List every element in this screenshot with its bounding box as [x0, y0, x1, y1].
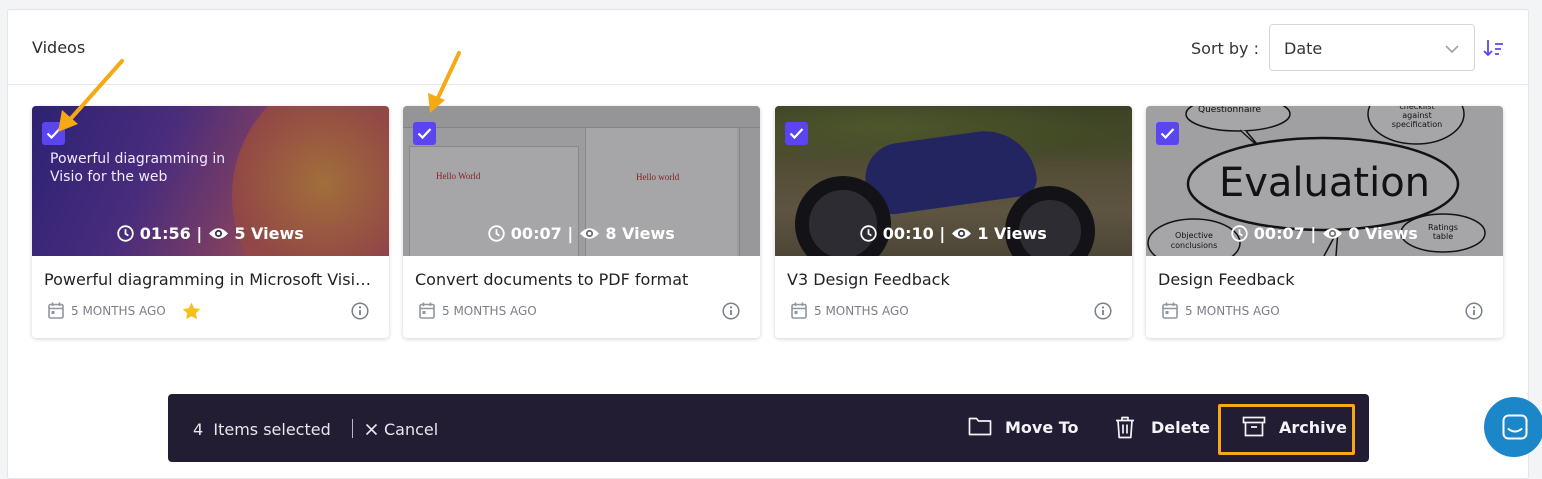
- video-title[interactable]: Design Feedback: [1158, 270, 1494, 289]
- video-card[interactable]: 00:10 | 1 Views V3 Design Feedback 5 MON…: [775, 106, 1132, 338]
- chevron-down-icon: [1445, 45, 1459, 54]
- folder-icon: [968, 417, 992, 436]
- sort-select-value: Date: [1284, 39, 1323, 58]
- video-card[interactable]: Hello World Hello world 00:07 | 8 Views …: [403, 106, 760, 338]
- video-card[interactable]: Questionnaire checklist against specific…: [1146, 106, 1503, 338]
- video-age: 5 MONTHS AGO: [1185, 304, 1280, 318]
- info-icon[interactable]: [1094, 302, 1112, 320]
- annotation-arrow: [58, 59, 124, 132]
- video-age: 5 MONTHS AGO: [814, 304, 909, 318]
- sort-select[interactable]: Date: [1269, 24, 1475, 71]
- video-stats: 00:07 | 0 Views: [1146, 223, 1503, 243]
- video-age: 5 MONTHS AGO: [442, 304, 537, 318]
- eye-icon: [951, 228, 971, 239]
- selected-count-text: 4 Items selected: [193, 420, 331, 439]
- video-stats: 01:56 | 5 Views: [32, 223, 389, 243]
- close-icon: [365, 423, 378, 436]
- video-views: 5 Views: [234, 224, 304, 243]
- chat-launcher-button[interactable]: [1484, 397, 1542, 457]
- video-views: 8 Views: [605, 224, 675, 243]
- info-icon[interactable]: [351, 302, 369, 320]
- eye-icon: [208, 228, 228, 239]
- star-icon[interactable]: [182, 302, 201, 320]
- archive-label: Archive: [1279, 418, 1347, 437]
- selection-action-bar: 4 Items selected Cancel Move To Delete A…: [168, 394, 1369, 462]
- video-views: 1 Views: [977, 224, 1047, 243]
- video-title[interactable]: V3 Design Feedback: [787, 270, 1123, 289]
- video-duration: 00:07: [510, 224, 562, 243]
- video-stats: 00:10 | 1 Views: [775, 223, 1132, 243]
- check-icon: [417, 128, 432, 140]
- selected-count: 4: [193, 420, 204, 439]
- clock-icon: [1231, 225, 1248, 242]
- calendar-icon: [1162, 302, 1178, 319]
- selected-label: Items selected: [213, 420, 331, 439]
- video-duration: 00:10: [882, 224, 934, 243]
- chat-icon: [1502, 414, 1528, 440]
- stats-separator: |: [939, 224, 946, 243]
- info-icon[interactable]: [722, 302, 740, 320]
- clock-icon: [488, 225, 505, 242]
- select-checkbox[interactable]: [785, 122, 808, 145]
- page-title: Videos: [32, 38, 86, 57]
- video-card[interactable]: Powerful diagramming in Visio for the we…: [32, 106, 389, 338]
- panel-header: Videos Sort by : Date: [8, 10, 1528, 85]
- eye-icon: [579, 228, 599, 239]
- select-checkbox[interactable]: [1156, 122, 1179, 145]
- divider: [352, 419, 353, 438]
- eye-icon: [1322, 228, 1342, 239]
- info-icon[interactable]: [1465, 302, 1483, 320]
- stats-separator: |: [1310, 224, 1317, 243]
- video-stats: 00:07 | 8 Views: [403, 223, 760, 243]
- calendar-icon: [791, 302, 807, 319]
- move-to-label: Move To: [1005, 418, 1079, 437]
- select-checkbox[interactable]: [413, 122, 436, 145]
- video-views: 0 Views: [1348, 224, 1418, 243]
- video-duration: 01:56: [139, 224, 191, 243]
- sort-direction-icon[interactable]: [1483, 38, 1505, 58]
- video-title[interactable]: Convert documents to PDF format: [415, 270, 751, 289]
- video-age: 5 MONTHS AGO: [71, 304, 166, 318]
- calendar-icon: [48, 302, 64, 319]
- clock-icon: [860, 225, 877, 242]
- clock-icon: [117, 225, 134, 242]
- delete-label: Delete: [1151, 418, 1210, 437]
- sort-label: Sort by :: [1191, 39, 1259, 58]
- check-icon: [789, 128, 804, 140]
- thumbnail-caption: Powerful diagramming in Visio for the we…: [50, 151, 226, 185]
- annotation-arrow: [428, 51, 461, 113]
- video-title[interactable]: Powerful diagramming in Microsoft Visio …: [44, 270, 380, 289]
- stats-separator: |: [567, 224, 574, 243]
- stats-separator: |: [196, 224, 203, 243]
- video-duration: 00:07: [1253, 224, 1305, 243]
- cancel-label: Cancel: [384, 420, 439, 439]
- trash-icon: [1116, 416, 1134, 439]
- archive-icon: [1242, 416, 1266, 437]
- calendar-icon: [419, 302, 435, 319]
- check-icon: [1160, 128, 1175, 140]
